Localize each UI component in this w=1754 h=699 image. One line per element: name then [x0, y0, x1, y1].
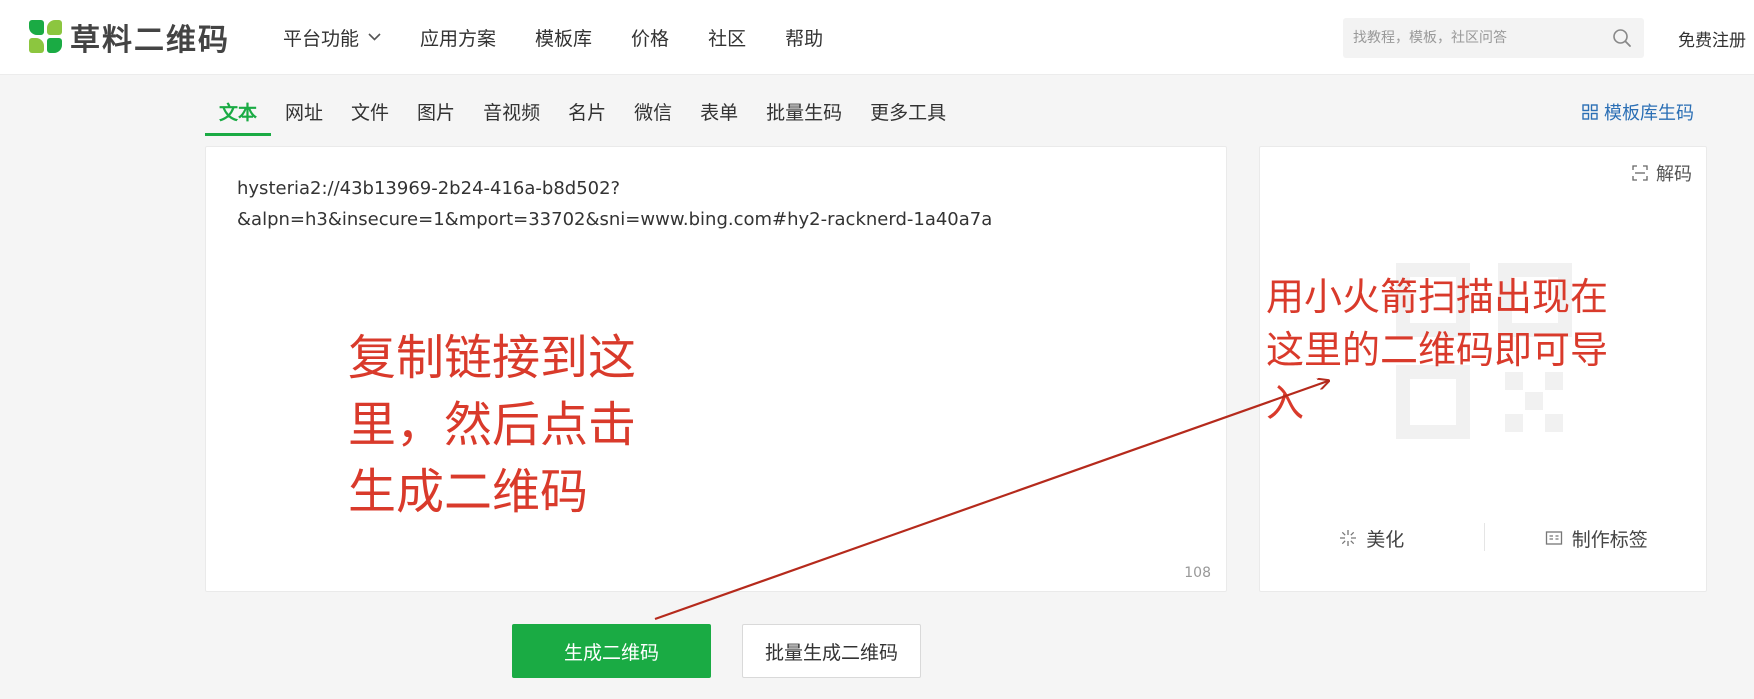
qr-preview-card: 解码 用小火箭扫描出现在这里的二维码即可导入 美化 制作标签 [1259, 146, 1707, 592]
content-type-tabs: 文本 网址 文件 图片 音视频 名片 微信 表单 批量生码 更多工具 [205, 88, 960, 136]
annotation-right: 用小火箭扫描出现在这里的二维码即可导入 [1266, 275, 1609, 425]
tab-url[interactable]: 网址 [271, 88, 337, 136]
character-count: 108 [1184, 565, 1211, 581]
tab-form[interactable]: 表单 [686, 88, 752, 136]
nav-template-library[interactable]: 模板库 [535, 24, 592, 51]
nav-solutions[interactable]: 应用方案 [420, 24, 496, 51]
search-icon[interactable] [1612, 28, 1632, 48]
nav-community[interactable]: 社区 [708, 24, 746, 51]
make-label-label: 制作标签 [1571, 528, 1648, 551]
tab-business-card[interactable]: 名片 [554, 88, 620, 136]
search-box [1343, 18, 1644, 58]
label-icon [1545, 531, 1562, 545]
beautify-label: 美化 [1366, 528, 1405, 551]
nav-help[interactable]: 帮助 [785, 24, 823, 51]
make-label-button[interactable]: 制作标签 [1485, 523, 1709, 553]
chevron-down-icon [368, 30, 381, 45]
register-link[interactable]: 免费注册 [1678, 26, 1746, 51]
tab-more-tools[interactable]: 更多工具 [856, 88, 960, 136]
template-generate-link[interactable]: 模板库生码 [1582, 99, 1694, 125]
logo-text: 草料二维码 [70, 23, 230, 58]
decode-label: 解码 [1656, 164, 1692, 185]
decode-button[interactable]: 解码 [1632, 160, 1692, 186]
tab-batch[interactable]: 批量生码 [752, 88, 856, 136]
annotation-left: 复制链接到这里，然后点击生成二维码 [348, 330, 637, 520]
logo-icon [29, 20, 63, 54]
preview-actions: 美化 制作标签 [1260, 523, 1708, 553]
main-nav: 平台功能 应用方案 模板库 价格 社区 帮助 [283, 0, 862, 75]
nav-platform-features[interactable]: 平台功能 [283, 24, 381, 51]
scan-icon [1632, 165, 1648, 181]
grid-icon [1582, 104, 1598, 120]
tab-wechat[interactable]: 微信 [620, 88, 686, 136]
logo[interactable]: 草料二维码 [29, 20, 230, 58]
tab-file[interactable]: 文件 [337, 88, 403, 136]
tab-image[interactable]: 图片 [403, 88, 469, 136]
nav-pricing[interactable]: 价格 [631, 24, 669, 51]
search-input[interactable] [1353, 18, 1603, 58]
tab-audio-video[interactable]: 音视频 [469, 88, 554, 136]
beautify-button[interactable]: 美化 [1260, 523, 1484, 553]
nav-label: 平台功能 [283, 28, 360, 50]
text-input-area[interactable]: hysteria2://43b13969-2b24-416a-b8d502? &… [237, 173, 1197, 235]
top-navigation-bar: 草料二维码 平台功能 应用方案 模板库 价格 社区 帮助 免费注册 [0, 0, 1754, 75]
batch-generate-button[interactable]: 批量生成二维码 [742, 624, 921, 678]
tab-text[interactable]: 文本 [205, 88, 272, 136]
sparkle-icon [1340, 530, 1357, 546]
text-editor-card: hysteria2://43b13969-2b24-416a-b8d502? &… [205, 146, 1227, 592]
template-link-label: 模板库生码 [1604, 103, 1694, 124]
generate-qr-button[interactable]: 生成二维码 [512, 624, 711, 678]
